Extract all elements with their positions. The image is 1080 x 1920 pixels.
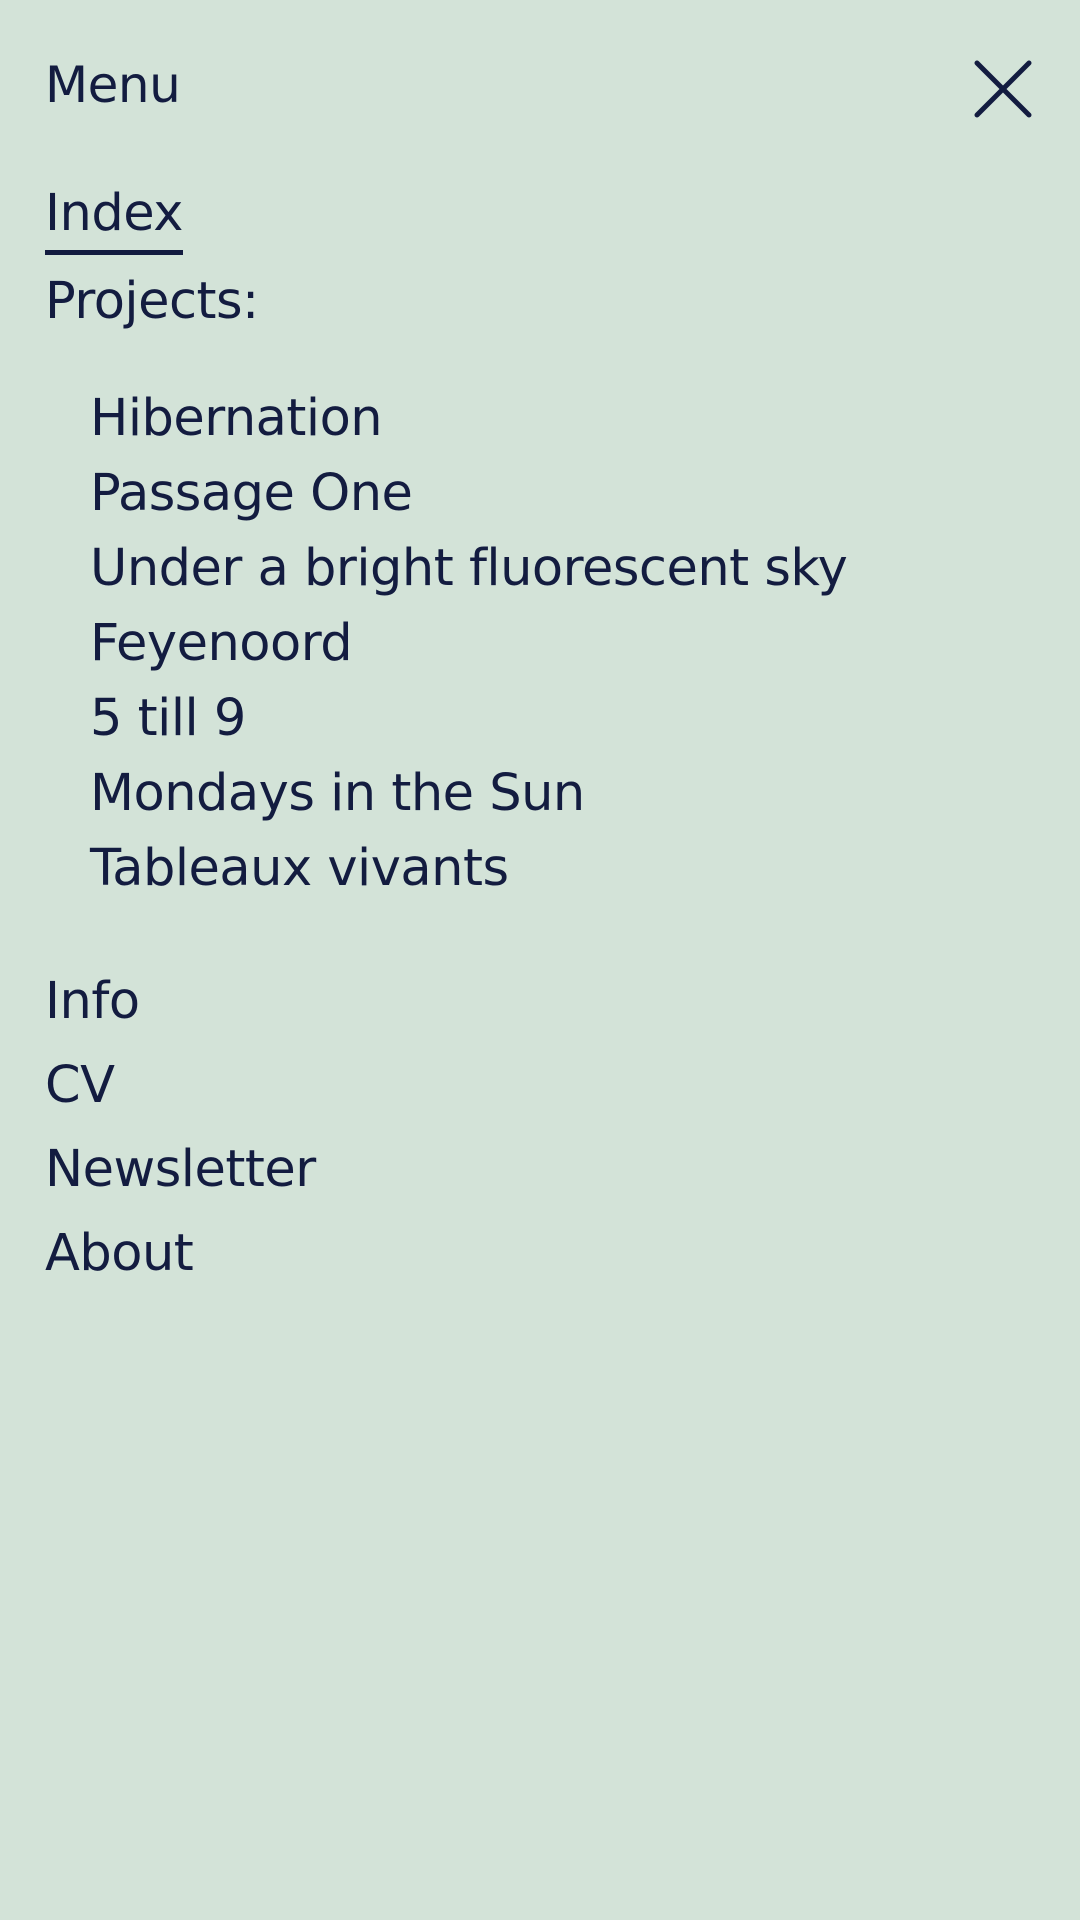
project-link-mondays-in-the-sun[interactable]: Mondays in the Sun	[90, 756, 585, 831]
nav-link-about[interactable]: About	[45, 1212, 1035, 1296]
project-link-passage-one[interactable]: Passage One	[90, 456, 413, 531]
project-list-item: 5 till 9	[90, 681, 1035, 756]
project-link-hibernation[interactable]: Hibernation	[90, 381, 383, 456]
nav-link-info[interactable]: Info	[45, 960, 1035, 1044]
project-link-under-a-bright-fluorescent-sky[interactable]: Under a bright fluorescent sky	[90, 531, 848, 606]
main-navigation: Index Projects: Hibernation Passage One …	[45, 180, 1035, 1296]
project-list: Hibernation Passage One Under a bright f…	[90, 381, 1035, 906]
project-list-item: Passage One	[90, 456, 1035, 531]
project-list-item: Tableaux vivants	[90, 831, 1035, 906]
nav-link-cv[interactable]: CV	[45, 1044, 1035, 1128]
project-list-item: Hibernation	[90, 381, 1035, 456]
project-link-5-till-9[interactable]: 5 till 9	[90, 681, 246, 756]
project-list-item: Mondays in the Sun	[90, 756, 1035, 831]
secondary-navigation: Info CV Newsletter About	[45, 960, 1035, 1296]
nav-link-newsletter[interactable]: Newsletter	[45, 1128, 1035, 1212]
nav-link-index[interactable]: Index	[45, 180, 183, 255]
close-button[interactable]	[974, 60, 1032, 118]
project-link-feyenoord[interactable]: Feyenoord	[90, 606, 353, 681]
project-list-item: Under a bright fluorescent sky	[90, 531, 1035, 606]
project-list-item: Feyenoord	[90, 606, 1035, 681]
close-icon	[974, 60, 1032, 118]
project-link-tableaux-vivants[interactable]: Tableaux vivants	[90, 831, 509, 906]
projects-label: Projects:	[45, 272, 259, 331]
menu-title: Menu	[45, 56, 181, 114]
menu-panel: Menu Index Projects: Hibernation Passage…	[0, 0, 1080, 1920]
